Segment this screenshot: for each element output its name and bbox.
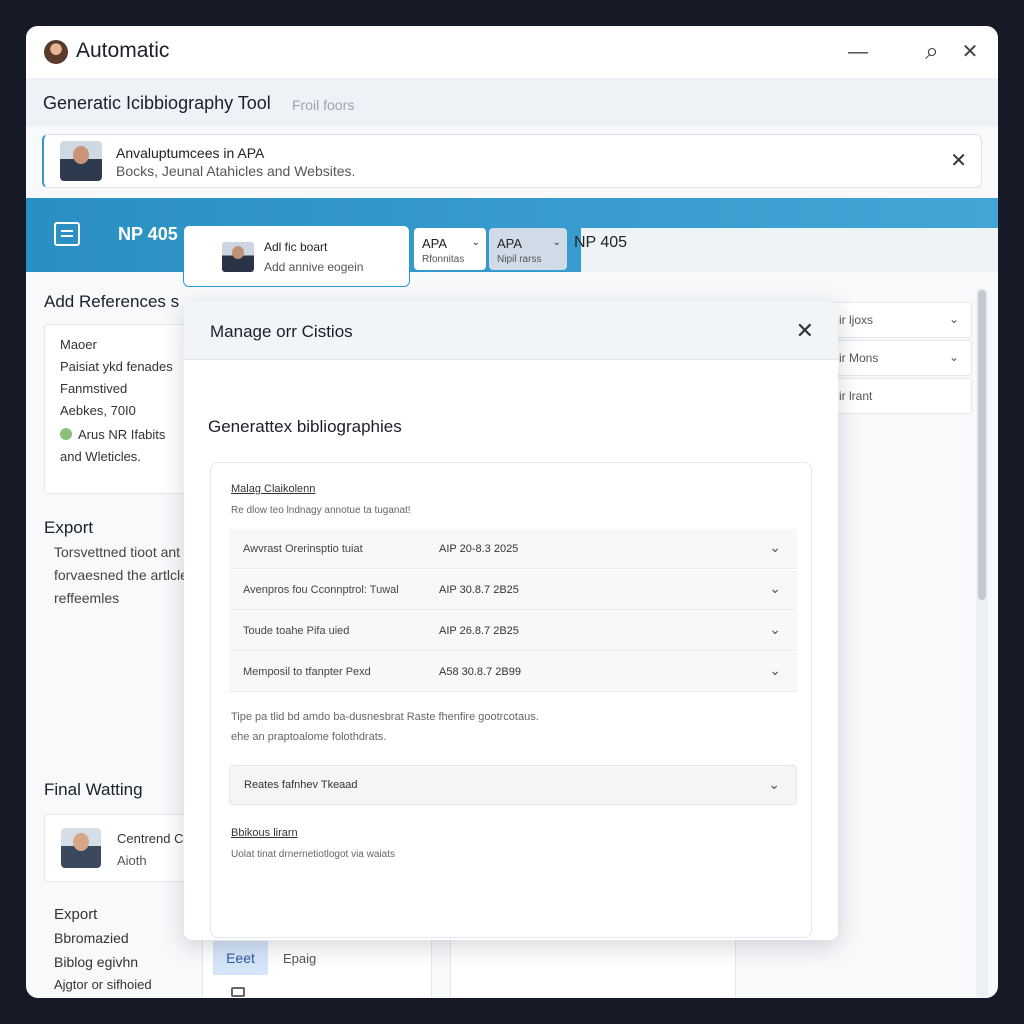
- chevron-down-icon: ⌄: [769, 621, 781, 637]
- citation-row[interactable]: Avenpros fou Cconnptrol: Tuwal AIP 30.8.…: [229, 570, 797, 610]
- citation-row[interactable]: Awvrast Orerinsptio tuiat AIP 20-8.3 202…: [229, 529, 797, 569]
- card-line: Paisiat ykd fenades: [60, 359, 173, 374]
- citation-name: Toude toahe Pifa uied: [243, 625, 350, 637]
- citations-note-2: ehe an praptoalome folothdrats.: [231, 731, 387, 743]
- citations-note-1: Tipe pa tlid bd amdo ba-dusnesbrat Raste…: [231, 711, 539, 723]
- add-references-heading: Add References s: [44, 292, 180, 311]
- card-line: Fanmstived: [60, 381, 128, 396]
- notice-line-1: Anvaluptumcees in APA: [116, 145, 265, 161]
- citations-description: Re dlow teo lndnagy annotue ta tuganat!: [231, 505, 411, 516]
- right-panel-row-label: ir lrant: [839, 389, 873, 403]
- right-panel-row-label: ir ljoxs: [839, 313, 874, 327]
- expander-label: Reates fafnhev Tkeaad: [244, 779, 358, 791]
- modal-close-icon[interactable]: ✕: [796, 318, 814, 344]
- style-select-2[interactable]: APA Nipil rarss ⌄: [489, 228, 567, 270]
- style-select-2-sub: Nipil rarss: [497, 254, 542, 265]
- add-reference-pill[interactable]: Adl fic boart Add annive eogein: [183, 225, 410, 287]
- title-bar: Automatic — ⌕ ✕: [26, 26, 998, 78]
- pill-avatar: [222, 242, 254, 272]
- modal-heading: Generattex bibliographies: [208, 417, 402, 436]
- modal-header: Manage orr Cistios ✕: [184, 302, 838, 360]
- citation-name: Awvrast Orerinsptio tuiat: [243, 543, 363, 555]
- bottom-column-2: [450, 931, 736, 998]
- app-window: Automatic — ⌕ ✕ Generatic Icibbiography …: [26, 26, 998, 998]
- scrollbar[interactable]: [976, 288, 988, 998]
- np-label: NP 405: [574, 234, 628, 251]
- edit-button[interactable]: Eeet: [213, 941, 268, 975]
- export-2-heading: Export: [54, 906, 98, 923]
- citation-value: AIP 20-8.3 2025: [439, 543, 519, 555]
- style-select-1-sub: Rfonnitas: [422, 254, 465, 265]
- edit-label: Epaig: [283, 951, 317, 966]
- pill-line-1: Adl fic boart: [264, 240, 328, 254]
- style-select-2-value: APA: [497, 236, 523, 251]
- export-text: forvaesned the artlcle: [54, 567, 188, 583]
- chevron-down-icon: ⌄: [769, 662, 781, 678]
- export-2-item[interactable]: Ajgtor or sifhoied: [54, 977, 152, 992]
- page-hint: Froil foors: [292, 97, 355, 113]
- export-2-item[interactable]: Bbromazied: [54, 930, 129, 946]
- notice-card: Anvaluptumcees in APA Bocks, Jeunal Atah…: [42, 134, 982, 188]
- card-line-with-dot: Arus NR Ifabits: [60, 427, 165, 442]
- chevron-down-icon: ⌄: [948, 350, 959, 364]
- subheader: Generatic Icibbiography Tool Froil foors: [26, 78, 998, 126]
- citation-name: Memposil to tfanpter Pexd: [243, 666, 371, 678]
- export-text: Torsvettned tioot ant: [54, 544, 181, 560]
- notice-line-2: Bocks, Jeunal Atahicles and Websites.: [116, 163, 356, 179]
- toolbar-strip: [581, 228, 998, 272]
- card-line: Aebkes, 70I0: [60, 403, 136, 418]
- avatar: [61, 828, 101, 868]
- page-title: Generatic Icibbiography Tool: [43, 93, 271, 113]
- status-dot-icon: [60, 428, 72, 440]
- card-line: and Wleticles.: [60, 449, 141, 464]
- style-select-1-value: APA: [422, 236, 448, 251]
- chevron-down-icon: ⌄: [768, 776, 780, 792]
- citation-value: AIP 26.8.7 2B25: [439, 625, 519, 637]
- manage-citations-modal: Manage orr Cistios ✕ Generattex bibliogr…: [184, 302, 838, 940]
- chevron-down-icon: ⌄: [471, 237, 480, 248]
- citations-link[interactable]: Malag Claikolenn: [231, 483, 315, 495]
- citation-row[interactable]: Memposil to tfanpter Pexd A58 30.8.7 2B9…: [229, 652, 797, 692]
- citation-value: A58 30.8.7 2B99: [439, 666, 521, 678]
- export-2-item[interactable]: Biblog egivhn: [54, 954, 138, 970]
- lock-icon: [231, 987, 245, 997]
- card-line: Arus NR Ifabits: [78, 427, 166, 442]
- final-watting-heading: Final Watting: [44, 780, 143, 799]
- expander-row[interactable]: Reates fafnhev Tkeaad ⌄: [229, 765, 797, 805]
- scrollbar-thumb[interactable]: [978, 290, 986, 600]
- citations-panel: Malag Claikolenn Re dlow teo lndnagy ann…: [210, 462, 812, 938]
- close-icon[interactable]: ✕: [956, 38, 984, 66]
- citation-value: AIP 30.8.7 2B25: [439, 584, 519, 596]
- bottom-column: Eeet Epaig: [202, 931, 432, 998]
- toolbar-title: NP 405: [118, 224, 178, 244]
- chevron-down-icon: ⌄: [769, 580, 781, 596]
- pill-line-2: Add annive eogein: [264, 260, 364, 274]
- citation-row[interactable]: Toude toahe Pifa uied AIP 26.8.7 2B25 ⌄: [229, 611, 797, 651]
- right-panel-row-label: ir Mons: [839, 351, 879, 365]
- chevron-down-icon: ⌄: [552, 237, 561, 248]
- card-line: Maoer: [60, 337, 97, 352]
- notice-close-icon[interactable]: ✕: [950, 148, 967, 173]
- final-card-line-2: Aioth: [117, 853, 147, 868]
- app-avatar: [44, 40, 68, 64]
- comment-icon[interactable]: [54, 222, 80, 246]
- final-card-line-1: Centrend C: [117, 831, 184, 846]
- export-text: reffeemles: [54, 590, 120, 606]
- chevron-down-icon: ⌄: [948, 312, 959, 326]
- export-heading: Export: [44, 518, 94, 537]
- chevron-down-icon: ⌄: [769, 539, 781, 555]
- learn-link[interactable]: Bbikous lirarn: [231, 827, 298, 839]
- notice-avatar: [60, 141, 102, 181]
- citation-name: Avenpros fou Cconnptrol: Tuwal: [243, 584, 399, 596]
- minimize-icon[interactable]: —: [844, 38, 872, 66]
- search-icon[interactable]: ⌕: [918, 38, 946, 66]
- learn-description: Uolat tinat drnernetiotlogot via waiats: [231, 849, 395, 860]
- app-title: Automatic: [76, 39, 170, 62]
- modal-title: Manage orr Cistios: [210, 322, 353, 341]
- style-select-1[interactable]: APA Rfonnitas ⌄: [414, 228, 486, 270]
